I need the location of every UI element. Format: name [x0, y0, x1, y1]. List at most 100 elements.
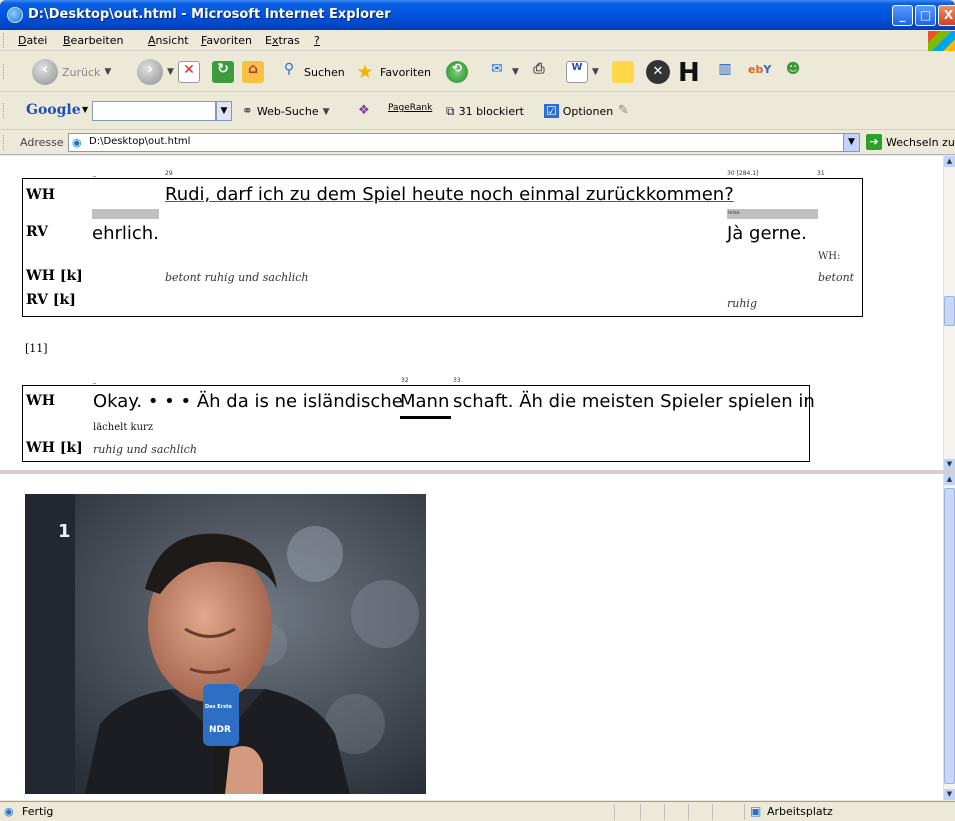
messenger-icon: ☻: [785, 61, 801, 77]
menu-datei[interactable]: Datei: [18, 34, 47, 47]
go-label: Wechseln zu: [886, 135, 955, 149]
ebay-button[interactable]: ebY: [748, 63, 771, 76]
address-value: D:\Desktop\out.html: [89, 136, 191, 147]
google-logo-dropdown-icon[interactable]: ▼: [82, 105, 88, 114]
windows-logo-icon: [928, 31, 955, 51]
go-button[interactable]: ➔ Wechseln zu: [866, 134, 955, 150]
print-button[interactable]: ⎙: [528, 61, 550, 83]
back-dropdown-icon[interactable]: ▼: [104, 67, 111, 77]
edit-dropdown-icon[interactable]: ▼: [592, 67, 599, 77]
minimize-button[interactable]: _: [892, 5, 913, 26]
web-search-label: Web-Suche: [256, 105, 319, 118]
binoculars-icon: ⚭: [242, 104, 253, 119]
google-search-dropdown-icon[interactable]: ▼: [216, 101, 232, 121]
mail-button[interactable]: ✉ ▼: [486, 61, 519, 83]
search-button[interactable]: ⚲ Suchen: [278, 61, 345, 83]
back-label: Zurück: [62, 65, 101, 79]
utterance-rv-1: ehrlich.: [92, 223, 159, 244]
menu-favoriten[interactable]: Favoriten: [201, 34, 252, 47]
block-button[interactable]: ✕: [646, 60, 670, 84]
timeline-31: 31: [817, 170, 825, 177]
status-bar: ◉ Fertig ▣ Arbeitsplatz: [0, 801, 955, 821]
video-scroll-down-icon[interactable]: ▼: [944, 789, 955, 800]
history-icon: ⟲: [446, 61, 468, 83]
scroll-up-icon[interactable]: ▲: [944, 156, 955, 167]
address-grip: [3, 135, 6, 150]
google-search-input[interactable]: [92, 101, 216, 121]
mail-dropdown-icon[interactable]: ▼: [512, 67, 519, 77]
menu-hotkey: ?: [314, 34, 320, 47]
done-icon: ◉: [4, 805, 14, 818]
transcript-frame[interactable]: _ 29 30 [284.1] 31 WH Rudi, darf ich zu …: [0, 156, 955, 474]
options-button[interactable]: ☑ Optionen: [544, 104, 613, 118]
highlight-button[interactable]: ✎: [618, 103, 629, 118]
scroll-thumb[interactable]: [944, 296, 955, 326]
forward-button[interactable]: › ▼: [137, 59, 174, 85]
video-scroll-up-icon[interactable]: ▲: [944, 474, 955, 485]
timeline2-start: _: [93, 377, 96, 384]
stop-icon: ✕: [178, 61, 200, 83]
utterance-wh-2a: Okay. • • • Äh da is ne isländische: [93, 391, 403, 412]
search-icon: ⚲: [283, 61, 295, 77]
utterance-wh-2b: Mann: [400, 391, 450, 412]
empty-tier-bar: [92, 209, 159, 219]
menu-bearbeiten[interactable]: Bearbeiten: [63, 34, 123, 47]
web-search-button[interactable]: ⚭ Web-Suche ▼: [242, 104, 330, 119]
print-icon: ⎙: [533, 61, 545, 77]
h-button[interactable]: H: [678, 58, 700, 88]
stop-button[interactable]: ✕: [178, 61, 200, 83]
menu-hotkey: D: [18, 34, 27, 47]
ie-icon: [7, 7, 23, 23]
leise-tier-bar: leise: [727, 209, 818, 219]
pagerank-indicator[interactable]: PageRank: [388, 103, 432, 113]
video-scroll-thumb[interactable]: [944, 488, 955, 784]
menu-extras[interactable]: Extras: [265, 34, 300, 47]
forward-dropdown-icon[interactable]: ▼: [167, 67, 174, 77]
home-icon: ⌂: [242, 61, 264, 83]
note-icon: [612, 61, 634, 83]
video-frame[interactable]: 1 Das Erste NDR ▲ ▼: [0, 474, 955, 800]
speaker-wh-k-2: WH [k]: [26, 440, 83, 456]
notes-button[interactable]: [612, 61, 634, 83]
popup-blocker-button[interactable]: ⧉ 31 blockiert: [446, 104, 524, 119]
video-scrollbar[interactable]: ▲ ▼: [943, 474, 955, 800]
edit-button[interactable]: W ▼: [566, 61, 599, 83]
scroll-down-icon[interactable]: ▼: [944, 459, 955, 470]
back-button[interactable]: ‹ Zurück ▼: [32, 59, 111, 85]
books-icon: ▥: [718, 61, 732, 77]
web-search-dropdown-icon[interactable]: ▼: [323, 107, 330, 117]
h-icon: H: [678, 58, 700, 88]
utterance-rv-2: Jà gerne.: [727, 223, 807, 244]
maximize-button[interactable]: □: [915, 5, 936, 26]
transcript-scrollbar[interactable]: ▲ ▼: [943, 156, 955, 470]
video-player[interactable]: 1 Das Erste NDR: [25, 494, 426, 794]
messenger-button[interactable]: ☻: [782, 61, 804, 83]
timeline-33: 33: [453, 377, 461, 384]
timeline-start: _: [93, 170, 96, 177]
menu-hotkey: B: [63, 34, 71, 47]
pagerank-label: PageRank: [388, 103, 433, 113]
menu-ansicht[interactable]: Ansicht: [148, 34, 189, 47]
menu-help[interactable]: ?: [314, 34, 320, 47]
mic-logo-text: Das Erste: [205, 704, 232, 710]
address-dropdown-icon[interactable]: ▼: [843, 133, 860, 152]
close-button[interactable]: X: [938, 5, 955, 26]
timeline-32: 32: [401, 377, 409, 384]
comment-wh-k: betont ruhig und sachlich: [165, 271, 309, 284]
word-icon: W: [566, 61, 588, 83]
mic-label: NDR: [209, 725, 231, 735]
favorites-button[interactable]: ★ Favoriten: [354, 61, 430, 83]
history-button[interactable]: ⟲: [446, 61, 468, 83]
ebay-icon: ebY: [748, 63, 772, 76]
page-icon: ◉: [72, 136, 82, 149]
google-logo[interactable]: Google: [26, 102, 81, 118]
address-input[interactable]: ◉ D:\Desktop\out.html: [68, 133, 860, 152]
refresh-button[interactable]: ↻: [212, 61, 234, 83]
research-button[interactable]: ▥: [714, 61, 736, 83]
wh-extra-label: WH:: [818, 251, 841, 262]
news-button[interactable]: ❖: [358, 103, 370, 118]
menu-hotkey: A: [148, 34, 156, 47]
home-button[interactable]: ⌂: [242, 61, 264, 83]
menu-hotkey: x: [271, 34, 279, 47]
speaker-rv-k: RV [k]: [26, 292, 76, 308]
